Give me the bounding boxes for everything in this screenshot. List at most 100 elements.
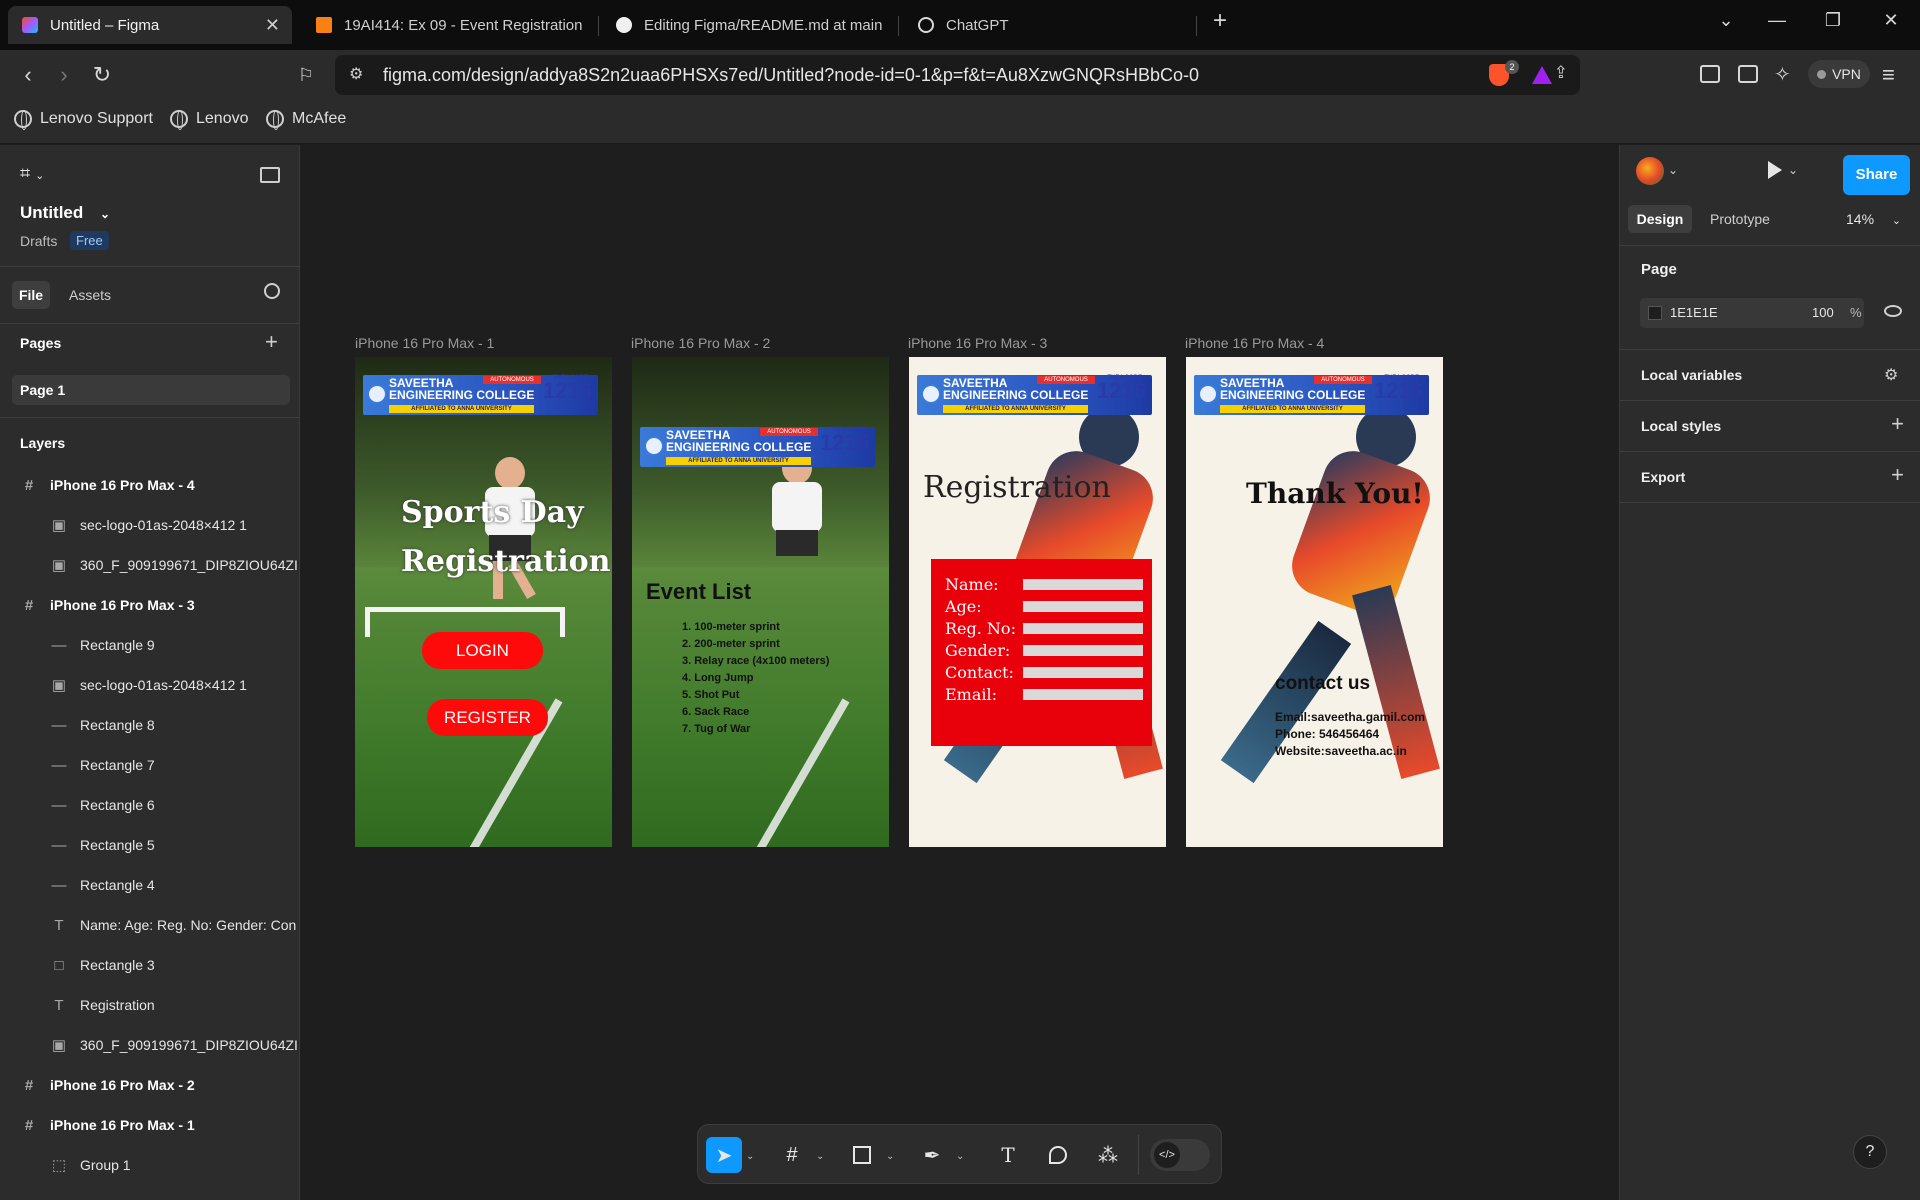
layer-row[interactable]: ▣ sec-logo-01as-2048×412 1 xyxy=(0,665,300,705)
layer-row[interactable]: ▣ 360_F_909199671_DIP8ZIOU64ZI xyxy=(0,1025,300,1065)
layer-row[interactable]: # iPhone 16 Pro Max - 1 xyxy=(0,1105,300,1145)
tab-file[interactable]: File xyxy=(12,281,50,309)
toggle-ui-icon[interactable] xyxy=(260,167,280,183)
tab-event-registration[interactable]: 19AI414: Ex 09 - Event Registration xyxy=(302,6,592,44)
tab-prototype[interactable]: Prototype xyxy=(1710,211,1770,227)
bookmark-lenovo-support[interactable]: Lenovo Support xyxy=(14,110,153,130)
share-button[interactable]: Share xyxy=(1843,155,1910,195)
layer-row[interactable]: — Rectangle 9 xyxy=(0,625,300,665)
text-tool-icon[interactable]: T xyxy=(990,1137,1026,1173)
rectangle-tool-icon[interactable] xyxy=(844,1137,880,1173)
minimize-icon[interactable]: — xyxy=(1762,10,1792,31)
form-input[interactable] xyxy=(1023,645,1143,656)
layer-row[interactable]: — Rectangle 5 xyxy=(0,825,300,865)
layer-row[interactable]: — Rectangle 7 xyxy=(0,745,300,785)
bookmark-lenovo[interactable]: Lenovo xyxy=(170,110,249,130)
layer-row[interactable]: # iPhone 16 Pro Max - 2 xyxy=(0,1065,300,1105)
visibility-eye-icon[interactable] xyxy=(1884,305,1902,317)
add-style-icon[interactable]: + xyxy=(1891,411,1904,437)
page-opacity-value[interactable]: 100 xyxy=(1812,305,1834,320)
frame-label-1[interactable]: iPhone 16 Pro Max - 1 xyxy=(355,335,494,351)
form-input[interactable] xyxy=(1023,579,1143,590)
layer-row[interactable]: — Rectangle 6 xyxy=(0,785,300,825)
bookmark-icon[interactable]: ⚐ xyxy=(292,62,320,88)
dev-mode-toggle[interactable]: </> xyxy=(1150,1139,1210,1171)
page-item-page-1[interactable]: Page 1 xyxy=(12,375,290,405)
zoom-level[interactable]: 14% ⌄ xyxy=(1846,211,1901,227)
frame-label-3[interactable]: iPhone 16 Pro Max - 3 xyxy=(908,335,1047,351)
register-button[interactable]: REGISTER xyxy=(427,699,548,736)
form-input[interactable] xyxy=(1023,623,1143,634)
frame-label-4[interactable]: iPhone 16 Pro Max - 4 xyxy=(1185,335,1324,351)
drafts-label[interactable]: Drafts xyxy=(20,233,57,249)
page-color-field[interactable]: 1E1E1E 100 % xyxy=(1640,298,1864,328)
login-button[interactable]: LOGIN xyxy=(422,632,543,669)
sidebar-toggle-icon[interactable] xyxy=(1700,65,1720,83)
layer-row[interactable]: ▣ sec-logo-01as-2048×412 1 xyxy=(0,505,300,545)
new-tab-icon[interactable]: + xyxy=(1205,7,1235,35)
frame-iphone-2[interactable]: SAVEETHA ENGINEERING COLLEGE AUTONOMOUS T… xyxy=(632,357,889,847)
local-variables-heading[interactable]: Local variables xyxy=(1641,367,1742,383)
layer-row[interactable]: ▣ 360_F_909199671_DIP8ZIOU64ZI xyxy=(0,545,300,585)
wallet-icon[interactable] xyxy=(1738,65,1758,83)
vpn-button[interactable]: VPN xyxy=(1808,60,1870,88)
chevron-down-icon[interactable]: ⌄ xyxy=(1788,163,1798,177)
tab-search-chevron-icon[interactable]: ⌄ xyxy=(1711,10,1741,31)
form-input[interactable] xyxy=(1023,689,1143,700)
tab-chatgpt[interactable]: ChatGPT xyxy=(904,6,1194,44)
add-export-icon[interactable]: + xyxy=(1891,462,1904,488)
frame-tool-icon[interactable]: # xyxy=(774,1137,810,1173)
layer-row[interactable]: — Rectangle 8 xyxy=(0,705,300,745)
pen-tool-icon[interactable]: ✒ xyxy=(914,1137,950,1173)
canvas[interactable]: iPhone 16 Pro Max - 1 iPhone 16 Pro Max … xyxy=(301,145,1619,1200)
chevron-down-icon[interactable]: ⌄ xyxy=(746,1151,754,1162)
layer-row[interactable]: T Name: Age: Reg. No: Gender: Con xyxy=(0,905,300,945)
frame-iphone-1[interactable]: SAVEETHA ENGINEERING COLLEGE AUTONOMOUS T… xyxy=(355,357,612,847)
layer-row[interactable]: — Rectangle 4 xyxy=(0,865,300,905)
search-icon[interactable] xyxy=(264,283,280,299)
brave-rewards-icon[interactable] xyxy=(1532,66,1552,84)
export-heading[interactable]: Export xyxy=(1641,469,1685,485)
tab-assets[interactable]: Assets xyxy=(69,287,111,303)
layer-row[interactable]: # iPhone 16 Pro Max - 3 xyxy=(0,585,300,625)
reload-icon[interactable]: ↻ xyxy=(88,62,116,88)
share-page-icon[interactable]: ⇪ xyxy=(1554,63,1568,83)
maximize-icon[interactable]: ❐ xyxy=(1818,10,1848,31)
chevron-down-icon[interactable]: ⌄ xyxy=(1668,163,1678,177)
comment-tool-icon[interactable] xyxy=(1040,1137,1076,1173)
frame-label-2[interactable]: iPhone 16 Pro Max - 2 xyxy=(631,335,770,351)
menu-icon[interactable]: ≡ xyxy=(1882,62,1895,88)
close-tab-icon[interactable]: ✕ xyxy=(265,15,280,36)
bookmark-mcafee[interactable]: McAfee xyxy=(266,110,346,130)
layer-row[interactable]: □ Rectangle 3 xyxy=(0,945,300,985)
tab-design[interactable]: Design xyxy=(1628,205,1692,233)
close-window-icon[interactable]: ✕ xyxy=(1876,10,1906,31)
main-menu-button[interactable]: ⌗ ⌄ xyxy=(20,163,44,184)
file-title[interactable]: Untitled ⌄ xyxy=(20,203,110,223)
move-tool-icon[interactable]: ➤ xyxy=(706,1137,742,1173)
variables-settings-icon[interactable]: ⚙ xyxy=(1884,365,1898,385)
help-button[interactable]: ? xyxy=(1853,1135,1887,1169)
tab-figma[interactable]: Untitled – Figma ✕ xyxy=(8,6,292,44)
chevron-down-icon[interactable]: ⌄ xyxy=(816,1151,824,1162)
components-tool-icon[interactable]: ⁂ xyxy=(1090,1137,1126,1173)
frame-iphone-3[interactable]: SAVEETHA ENGINEERING COLLEGE AUTONOMOUS T… xyxy=(909,357,1166,847)
layer-row[interactable]: ⬚ Group 1 xyxy=(0,1145,300,1185)
form-input[interactable] xyxy=(1023,601,1143,612)
form-input[interactable] xyxy=(1023,667,1143,678)
frame-iphone-4[interactable]: SAVEETHA ENGINEERING COLLEGE AUTONOMOUS T… xyxy=(1186,357,1443,847)
chevron-down-icon[interactable]: ⌄ xyxy=(956,1151,964,1162)
site-settings-icon[interactable]: ⚙ xyxy=(349,64,363,84)
local-styles-heading[interactable]: Local styles xyxy=(1641,418,1721,434)
page-color-value[interactable]: 1E1E1E xyxy=(1670,305,1718,320)
leo-ai-icon[interactable]: ✧ xyxy=(1774,62,1791,87)
color-swatch[interactable] xyxy=(1648,306,1662,320)
chevron-down-icon[interactable]: ⌄ xyxy=(886,1151,894,1162)
avatar[interactable] xyxy=(1636,157,1664,185)
add-page-icon[interactable]: + xyxy=(265,329,278,355)
tab-github[interactable]: Editing Figma/README.md at main xyxy=(602,6,892,44)
forward-icon[interactable]: › xyxy=(50,62,78,88)
present-icon[interactable] xyxy=(1768,161,1782,179)
layer-row[interactable]: # iPhone 16 Pro Max - 4 xyxy=(0,465,300,505)
address-bar[interactable]: ⚙ figma.com/design/addya8S2n2uaa6PHSXs7e… xyxy=(335,55,1580,95)
